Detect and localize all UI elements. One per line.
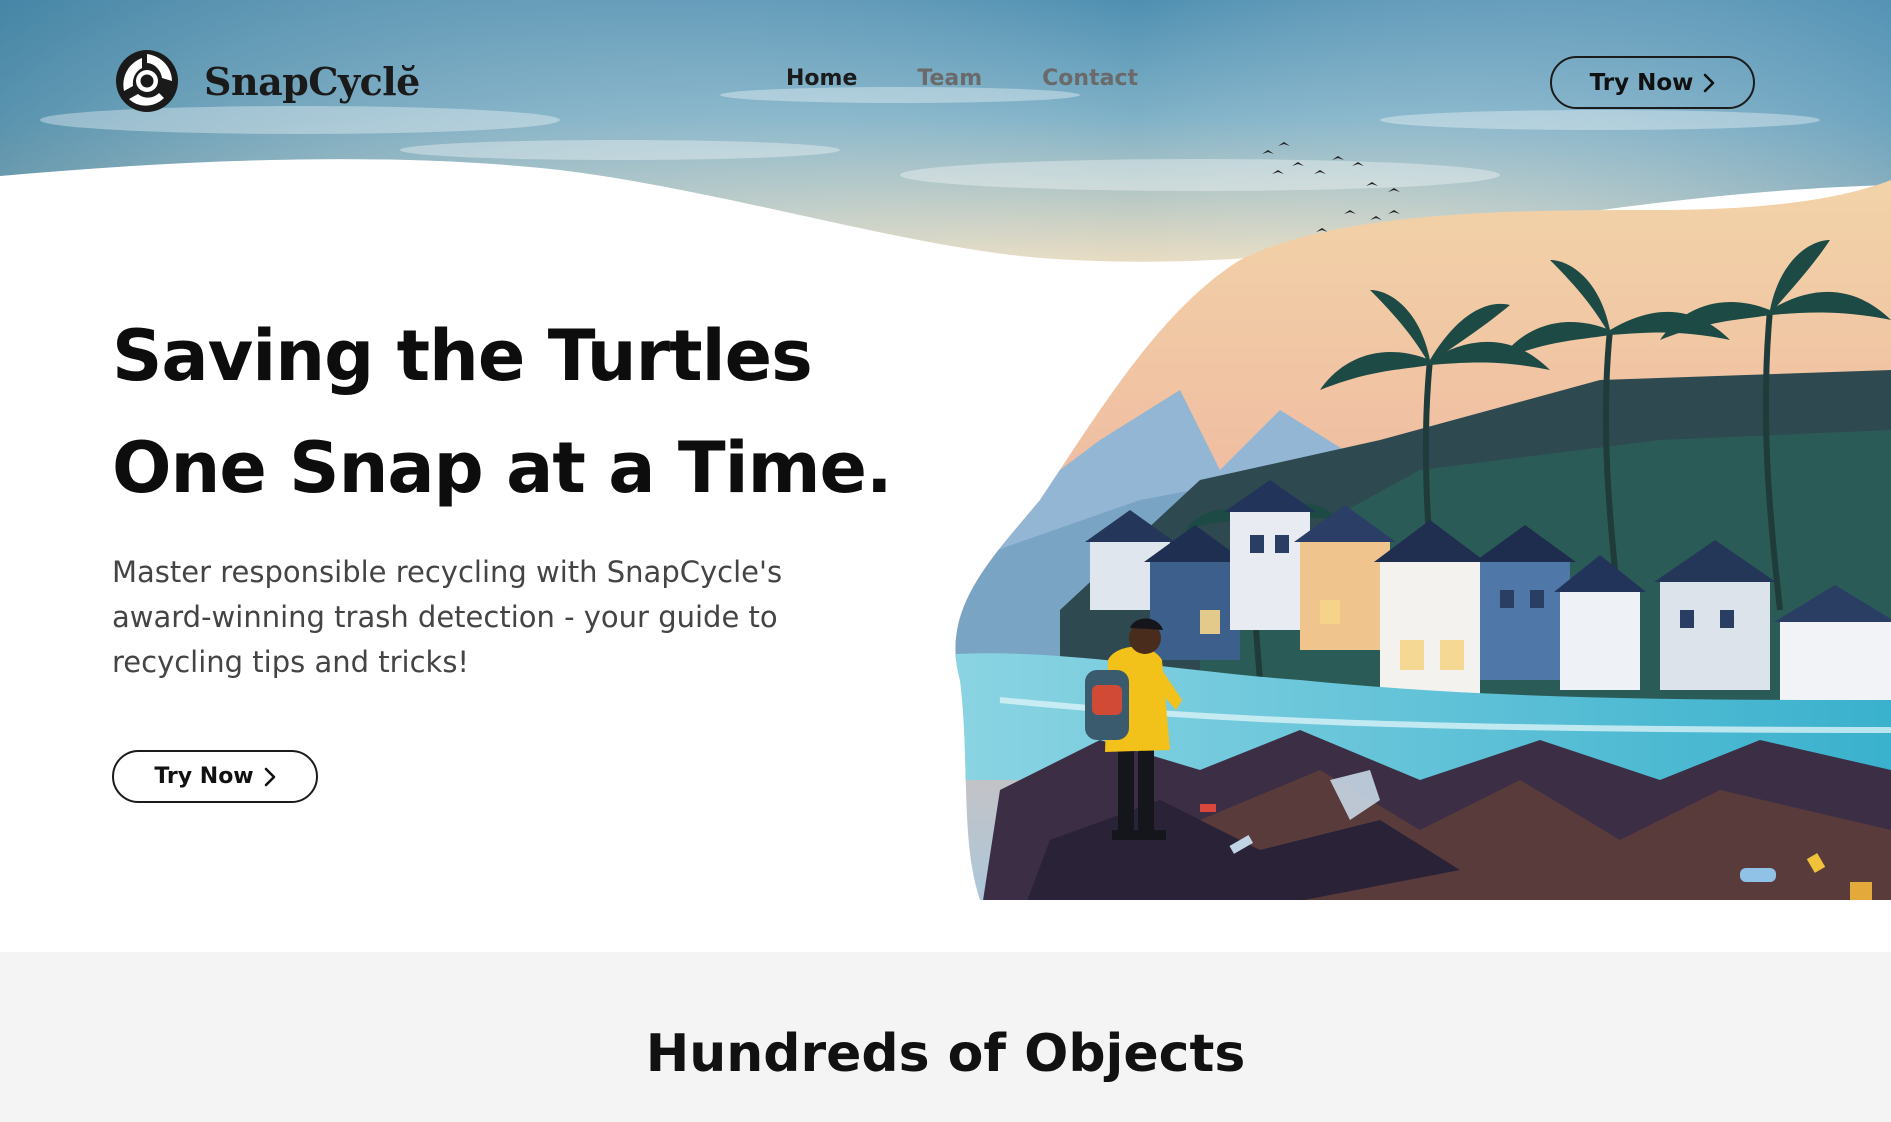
brand-name: SnapCyclĕ xyxy=(204,58,420,104)
chevron-right-icon xyxy=(264,767,275,786)
hero-subtitle: Master responsible recycling with SnapCy… xyxy=(112,555,783,679)
nav-home-link[interactable]: Home xyxy=(786,66,857,91)
objects-section-title: Hundreds of Objects xyxy=(645,1024,1246,1084)
nav-contact-link[interactable]: Contact xyxy=(1042,66,1138,91)
recycle-camera-logo-icon xyxy=(116,50,178,112)
hero-heading: Saving the Turtles One Snap at a Time. xyxy=(112,300,893,524)
header-try-now-label: Try Now xyxy=(1589,69,1694,96)
coastal-cleanup-illustration xyxy=(955,142,1891,900)
hero-title-line-1: Saving the Turtles xyxy=(112,315,813,397)
hero-try-now-label: Try Now xyxy=(154,764,254,789)
objects-section: Hundreds of Objects xyxy=(0,952,1891,1122)
main-nav: Home Team Contact xyxy=(786,66,1138,91)
header-try-now-button[interactable]: Try Now xyxy=(1550,56,1755,109)
brand-logo[interactable]: SnapCyclĕ xyxy=(112,46,420,116)
hero-section: Saving the Turtles One Snap at a Time. M… xyxy=(112,300,893,685)
nav-team-link[interactable]: Team xyxy=(917,66,982,91)
chevron-right-icon xyxy=(1704,73,1715,92)
hero-title-line-2: One Snap at a Time. xyxy=(112,427,893,509)
hero-try-now-button[interactable]: Try Now xyxy=(112,750,318,803)
site-header: SnapCyclĕ Home Team Contact Try Now xyxy=(0,0,1891,165)
